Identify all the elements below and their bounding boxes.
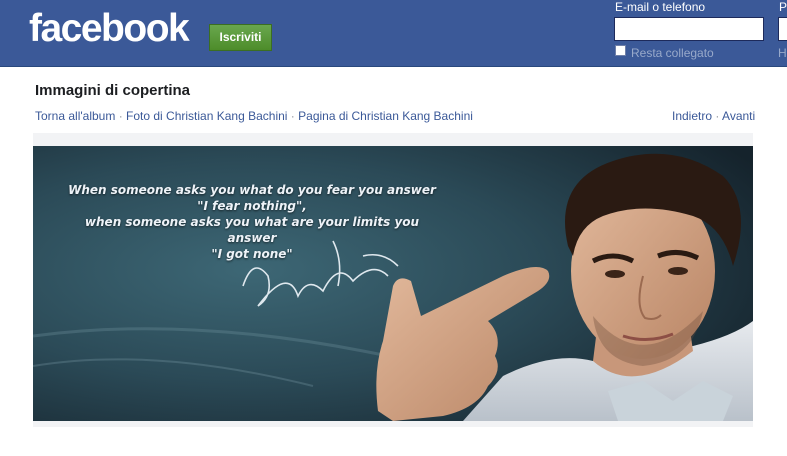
separator: · xyxy=(118,109,127,123)
page-title: Immagini di copertina xyxy=(35,82,191,99)
photo-quote: When someone asks you what do you fear y… xyxy=(67,182,437,262)
photo-navigation: Indietro · Avanti xyxy=(672,109,755,123)
email-field[interactable] xyxy=(614,17,764,41)
password-field[interactable] xyxy=(778,17,787,41)
signup-button[interactable]: Iscriviti xyxy=(209,24,272,51)
next-link[interactable]: Avanti xyxy=(722,109,755,123)
password-label: P xyxy=(779,0,787,14)
email-label: E-mail o telefono xyxy=(615,0,706,14)
back-to-album-link[interactable]: Torna all'album xyxy=(35,109,115,123)
keep-logged-in-label[interactable]: Resta collegato xyxy=(631,46,714,60)
quote-line: "I got none" xyxy=(211,247,293,261)
page-of-link[interactable]: Pagina di Christian Kang Bachini xyxy=(298,109,473,123)
facebook-logo[interactable]: facebook xyxy=(29,7,190,51)
previous-link[interactable]: Indietro xyxy=(672,109,712,123)
quote-line: When someone asks you what do you fear y… xyxy=(68,183,436,197)
breadcrumb: Torna all'album · Foto di Christian Kang… xyxy=(35,109,473,123)
cover-photo[interactable]: When someone asks you what do you fear y… xyxy=(33,146,753,421)
quote-line: when someone asks you what are your limi… xyxy=(84,215,420,245)
photos-of-link[interactable]: Foto di Christian Kang Bachini xyxy=(126,109,287,123)
quote-line: "I fear nothing", xyxy=(197,199,307,213)
keep-logged-in-checkbox[interactable] xyxy=(615,45,626,56)
forgot-password-link[interactable]: H xyxy=(778,46,787,60)
top-header: facebook Iscriviti E-mail o telefono P R… xyxy=(0,0,787,67)
